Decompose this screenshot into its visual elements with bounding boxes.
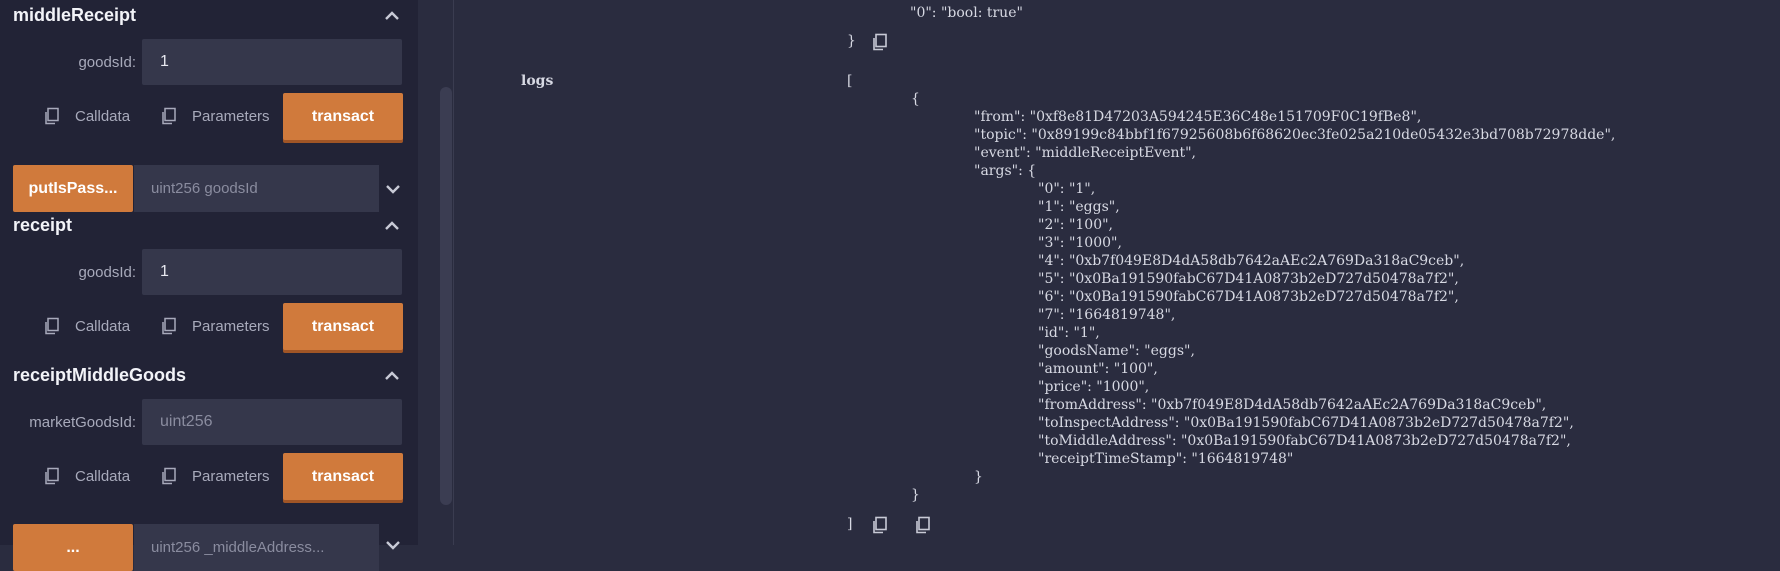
contract-functions-panel: middleReceipt goodsId: 1 Calldata Parame… [0,0,418,571]
arg-line: "receiptTimeStamp": "1664819748" [1038,451,1294,467]
goods-id-label: goodsId: [78,54,136,71]
chevron-down-icon[interactable] [384,180,402,198]
copy-icon [160,107,178,125]
market-goods-id-label: marketGoodsId: [29,414,136,431]
arg-line: "1": "eggs", [1038,199,1120,215]
logs-open-bracket: [ [847,73,853,89]
log-args-open: "args": { [974,163,1037,179]
transact-button[interactable]: transact [283,93,403,140]
arg-line: "2": "100", [1038,217,1114,233]
arg-line: "toInspectAddress": "0x0Ba191590fabC67D4… [1038,415,1574,431]
put-is-pass-button[interactable]: putIsPass... [13,165,133,212]
log-args-close: } [974,469,983,485]
goods-id-label: goodsId: [78,264,136,281]
copy-icon [160,467,178,485]
scrollbar-thumb[interactable] [440,87,452,505]
copy-icon[interactable] [914,516,932,534]
log-object-open: { [911,91,920,107]
decoded-output-line: "0": "bool: true" [910,5,1023,21]
arg-line: "toMiddleAddress": "0x0Ba191590fabC67D41… [1038,433,1571,449]
parameters-label: Parameters [192,467,270,485]
calldata-button[interactable]: Calldata [43,104,130,128]
calldata-label: Calldata [75,467,131,485]
parameters-button[interactable]: Parameters [160,104,270,128]
transact-button[interactable]: transact [283,303,403,350]
arg-line: "6": "0x0Ba191590fabC67D41A0873b2eD727d5… [1038,289,1459,305]
parameters-label: Parameters [192,107,270,125]
goods-id-input[interactable]: 1 [142,39,402,85]
arg-line: "fromAddress": "0xb7f049E8D4dA58db7642aA… [1038,397,1547,413]
log-from: "from": "0xf8e81D47203A594245E36C48e1517… [974,109,1422,125]
copy-icon[interactable] [871,33,889,51]
copy-icon [160,317,178,335]
copy-icon [43,467,61,485]
receipt-middle-goods-title: receiptMiddleGoods [13,365,187,385]
receipt-title: receipt [13,215,73,235]
arg-line: "id": "1", [1038,325,1100,341]
arg-line: "4": "0xb7f049E8D4dA58db7642aAEc2A769Da3… [1038,253,1465,269]
calldata-button[interactable]: Calldata [43,314,130,338]
parameters-button[interactable]: Parameters [160,314,270,338]
logs-label: logs [521,73,554,89]
copy-icon [43,107,61,125]
goods-id-param-input[interactable]: uint256 goodsId [134,165,379,212]
chevron-up-icon[interactable] [382,366,402,386]
calldata-button[interactable]: Calldata [43,464,130,488]
chevron-down-icon[interactable] [384,536,402,554]
copy-icon [43,317,61,335]
middle-receipt-title: middleReceipt [13,5,137,25]
transact-button[interactable]: transact [283,453,403,500]
log-event: "event": "middleReceiptEvent", [974,145,1197,161]
calldata-label: Calldata [75,107,131,125]
arg-line: "amount": "100", [1038,361,1158,377]
arg-line: "0": "1", [1038,181,1096,197]
function-param-input[interactable]: uint256 _middleAddress... [134,524,379,571]
arg-line: "3": "1000", [1038,235,1122,251]
market-goods-id-input[interactable]: uint256 [142,399,402,445]
parameters-label: Parameters [192,317,270,335]
log-topic: "topic": "0x89199c84bbf1f67925608b6f6862… [974,127,1616,143]
parameters-button[interactable]: Parameters [160,464,270,488]
arg-line: "5": "0x0Ba191590fabC67D41A0873b2eD727d5… [1038,271,1459,287]
copy-icon[interactable] [871,516,889,534]
decoded-output-close: } [847,33,856,49]
panel-divider [453,0,454,545]
arg-line: "goodsName": "eggs", [1038,343,1195,359]
log-object-close: } [911,487,920,503]
goods-id-input[interactable]: 1 [142,249,402,295]
calldata-label: Calldata [75,317,131,335]
chevron-up-icon[interactable] [382,6,402,26]
chevron-up-icon[interactable] [382,216,402,236]
function-button[interactable]: ... [13,524,133,571]
arg-line: "price": "1000", [1038,379,1150,395]
logs-close-bracket: ] [847,516,853,532]
arg-line: "7": "1664819748", [1038,307,1176,323]
